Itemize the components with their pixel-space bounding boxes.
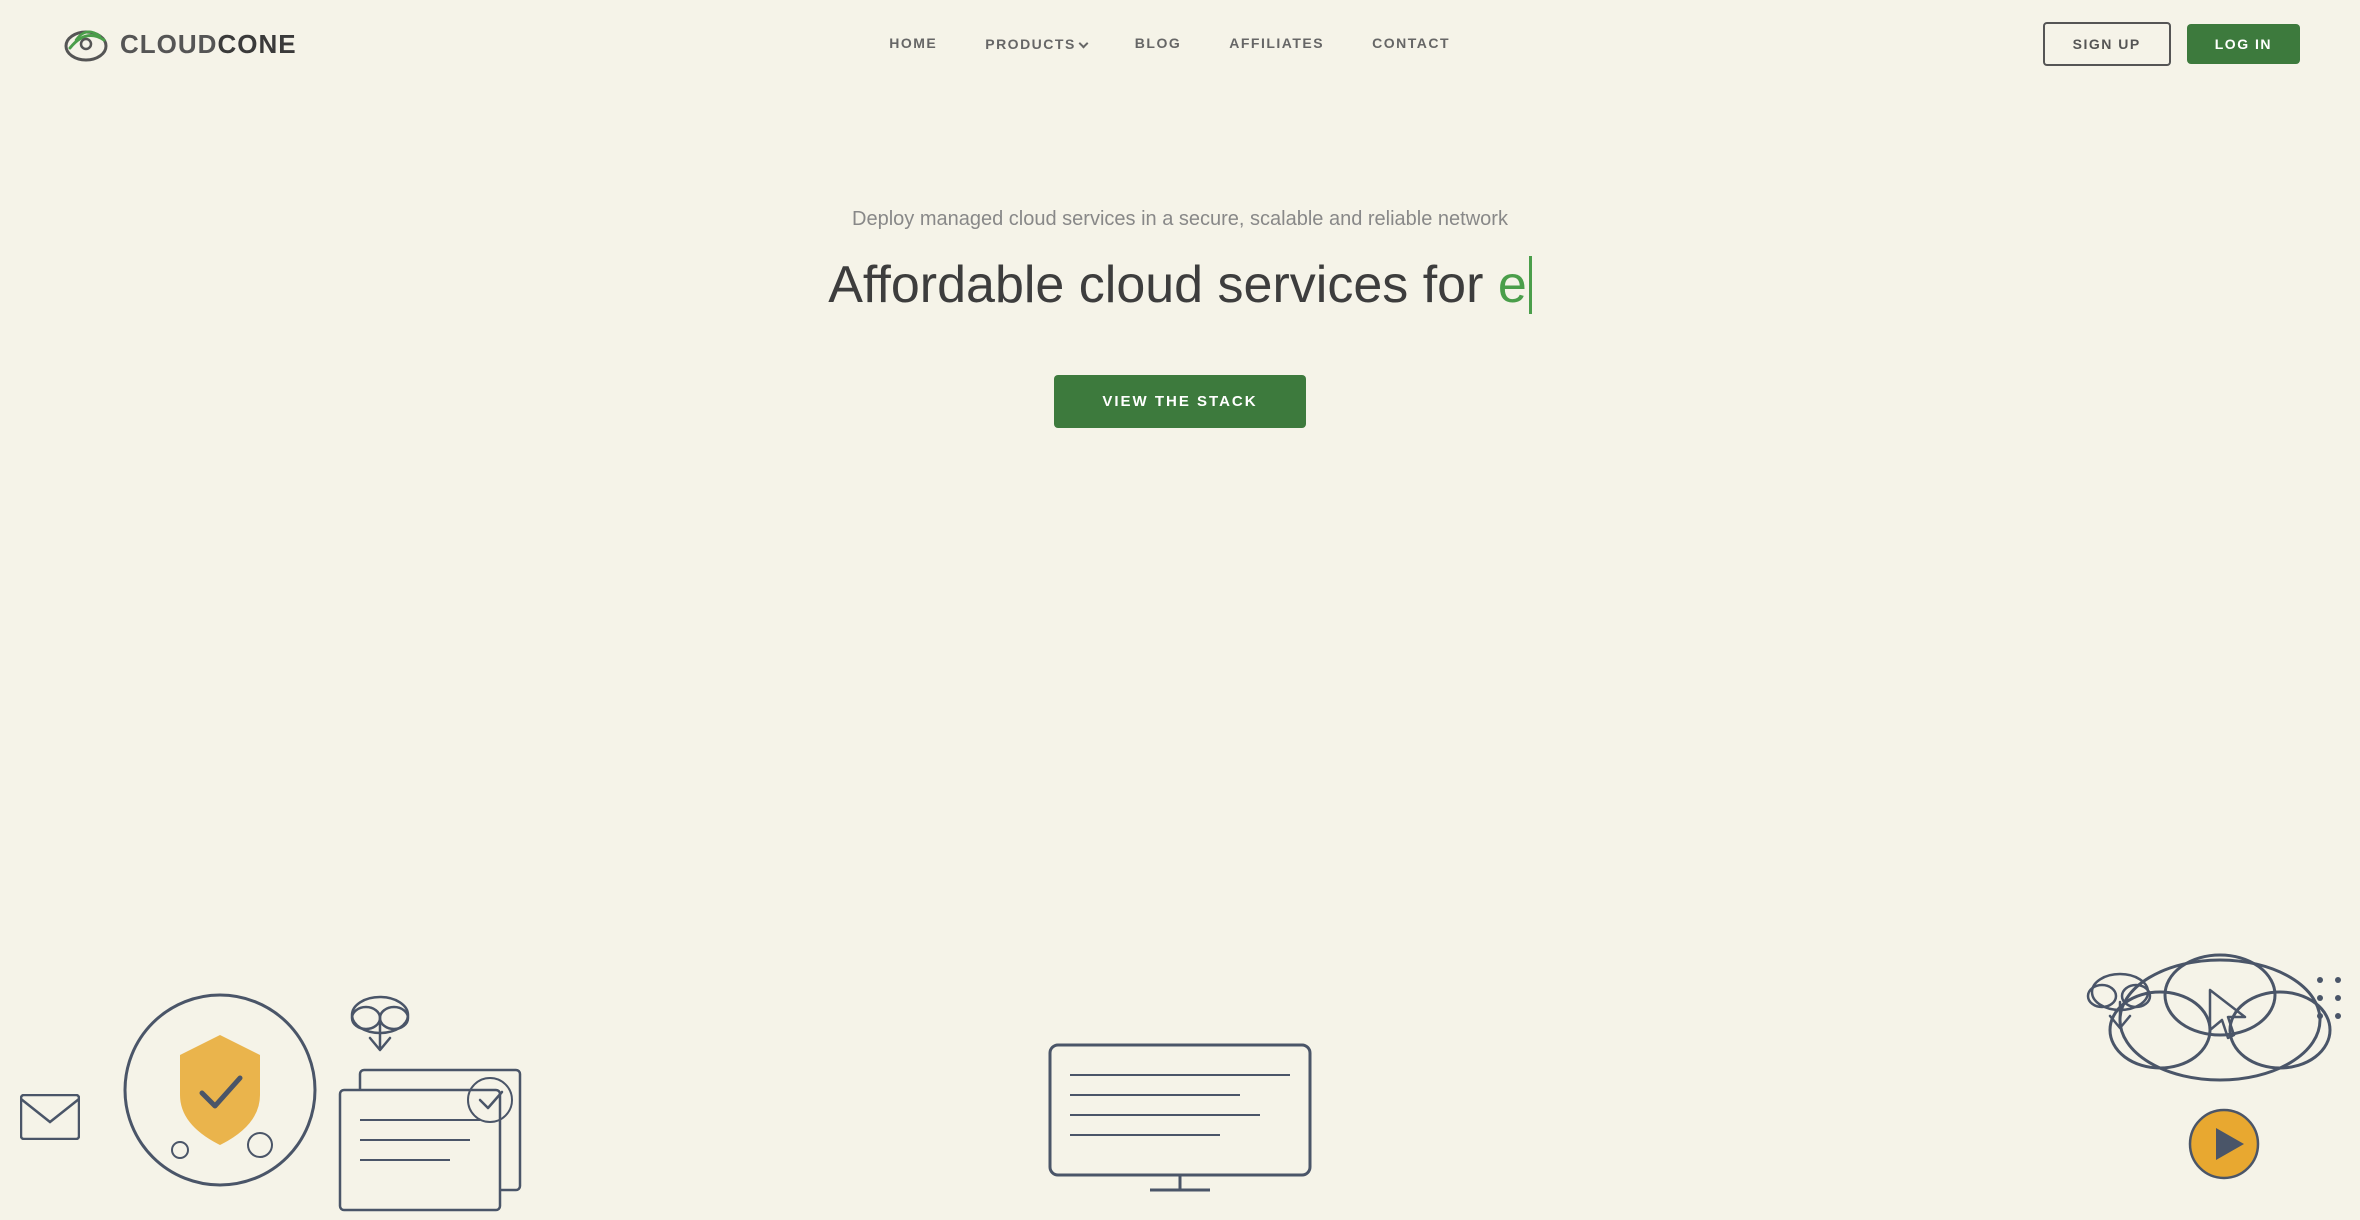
hero-section: Deploy managed cloud services in a secur… <box>0 88 2360 1220</box>
login-button[interactable]: LOG IN <box>2187 24 2300 64</box>
nav-products[interactable]: PRODUCTS <box>985 36 1087 52</box>
navbar: CLOUDCONE HOME PRODUCTS BLOG AFFILIATES … <box>0 0 2360 88</box>
play-button-icon <box>2188 1108 2260 1180</box>
cloud-download-left-icon <box>340 980 420 1060</box>
hero-title: Affordable cloud services for e <box>828 255 1532 315</box>
hero-subtitle: Deploy managed cloud services in a secur… <box>852 208 1508 231</box>
monitor-icon <box>1040 1040 1320 1200</box>
hero-title-prefix: Affordable cloud services for <box>828 256 1498 314</box>
cloud-right-icon <box>2080 920 2360 1120</box>
signup-button[interactable]: SIGN UP <box>2043 22 2171 66</box>
folder-stack-icon <box>330 1040 550 1220</box>
logo-icon <box>60 18 112 70</box>
nav-contact[interactable]: CONTACT <box>1372 35 1450 51</box>
nav-buttons: SIGN UP LOG IN <box>2043 22 2300 66</box>
email-icon <box>20 1094 80 1140</box>
nav-affiliates[interactable]: AFFILIATES <box>1229 35 1324 51</box>
logo[interactable]: CLOUDCONE <box>60 18 297 70</box>
logo-cone: CONE <box>217 29 296 59</box>
cloud-download-right-icon <box>2080 960 2160 1040</box>
nav-links: HOME PRODUCTS BLOG AFFILIATES CONTACT <box>889 35 1450 53</box>
nav-blog[interactable]: BLOG <box>1135 35 1181 51</box>
shield-circle-icon <box>120 990 320 1190</box>
chevron-down-icon <box>1078 38 1088 48</box>
nav-home[interactable]: HOME <box>889 35 937 51</box>
logo-cloud: CLOUD <box>120 29 217 59</box>
hero-typing: e <box>1498 256 1532 314</box>
illustrations <box>0 800 2360 1220</box>
view-stack-button[interactable]: VIEW THE STACK <box>1054 375 1305 428</box>
